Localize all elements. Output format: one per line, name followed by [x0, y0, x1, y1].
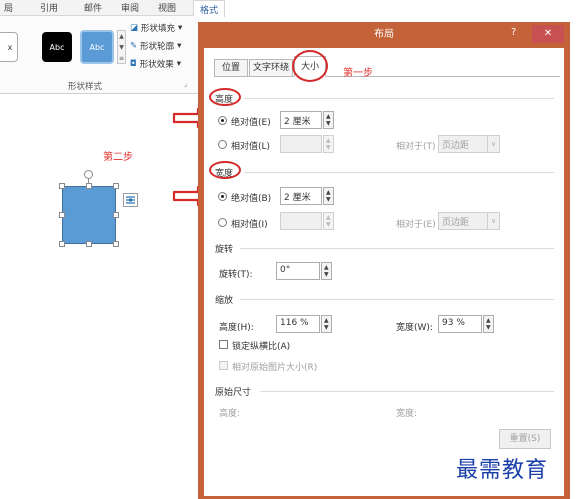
original-size-section-title: 原始尺寸 — [215, 388, 252, 398]
chevron-down-icon: ∨ — [487, 136, 499, 152]
height-relative-to-select: 页边距 ∨ — [438, 135, 500, 153]
rotation-handle[interactable] — [84, 170, 93, 179]
layout-dialog: 布局 ? ✕ 位置 文字环绕 大小 第一步 高度 绝对值(E) 2 厘米 ▲ ▼ … — [198, 22, 570, 499]
separator — [240, 299, 554, 300]
height-relative-input — [280, 135, 322, 153]
width-relative-input — [280, 212, 322, 230]
watermark-logo: 最需教育 — [456, 458, 549, 483]
scale-height-label: 高度(H): — [219, 323, 254, 333]
pen-icon: ✎ — [130, 41, 138, 51]
separator — [244, 98, 554, 99]
ribbon-tab-review[interactable]: 审阅 — [121, 1, 139, 14]
resize-handle-e[interactable] — [113, 212, 119, 218]
resize-handle-sw[interactable] — [59, 241, 65, 247]
resize-handle-w[interactable] — [59, 212, 65, 218]
ribbon-tab-references[interactable]: 引用 — [40, 1, 58, 14]
group-label-shape-styles: 形状样式 — [68, 82, 103, 92]
width-relative-to-select: 页边距 ∨ — [438, 212, 500, 230]
paint-bucket-icon: ◪ — [130, 23, 139, 33]
annotation-circle-size-tab — [292, 50, 328, 82]
resize-handle-nw[interactable] — [59, 183, 65, 189]
ribbon-tab-mailings[interactable]: 邮件 — [84, 1, 102, 14]
height-relative-label: 相对值(L) — [231, 142, 271, 152]
height-relative-radio[interactable] — [218, 140, 227, 149]
resize-handle-s[interactable] — [86, 241, 92, 247]
width-relative-label: 相对值(I) — [231, 220, 268, 230]
annotation-circle-width — [209, 161, 241, 179]
resize-handle-n[interactable] — [86, 183, 92, 189]
height-absolute-input[interactable]: 2 厘米 — [280, 111, 322, 129]
height-relative-to-label: 相对于(T) — [396, 142, 436, 152]
ribbon-tab-layout[interactable]: 局 — [4, 1, 13, 14]
dialog-body: 位置 文字环绕 大小 第一步 高度 绝对值(E) 2 厘米 ▲ ▼ 相对值(L) … — [204, 48, 564, 496]
tab-position[interactable]: 位置 — [214, 59, 248, 77]
tab-text-wrapping[interactable]: 文字环绕 — [249, 59, 293, 77]
relative-original-checkbox — [219, 361, 228, 370]
scale-width-input[interactable]: 93 % — [438, 315, 482, 333]
reset-button: 重置(S) — [499, 429, 551, 449]
separator — [260, 391, 554, 392]
original-height-label: 高度: — [219, 409, 241, 419]
rotation-input[interactable]: 0° — [276, 262, 320, 280]
scale-width-spinner[interactable]: ▲ ▼ — [483, 315, 494, 333]
blue-square-shape[interactable] — [62, 186, 116, 244]
width-absolute-radio[interactable] — [218, 192, 227, 201]
shape-fill-button[interactable]: ◪ 形状填充 ▾ — [130, 22, 182, 34]
width-relative-radio[interactable] — [218, 218, 227, 227]
shape-effects-button[interactable]: ◘ 形状效果 ▾ — [130, 58, 181, 70]
effects-icon: ◘ — [130, 59, 137, 69]
style-gallery-scroll[interactable]: ▲ ▼ ≡ — [117, 30, 126, 64]
ribbon-tab-strip: 局 引用 邮件 审阅 视图 — [0, 0, 200, 16]
width-absolute-spinner[interactable]: ▲ ▼ — [323, 187, 334, 205]
lock-aspect-label: 锁定纵横比(A) — [232, 342, 291, 352]
height-relative-spinner: ▲ ▼ — [323, 135, 334, 153]
shape-style-swatch-blue[interactable]: Abc — [80, 30, 114, 64]
rotate-section-title: 旋转 — [215, 245, 234, 255]
ribbon-tab-format[interactable]: 格式 — [193, 0, 225, 17]
height-absolute-label: 绝对值(E) — [231, 118, 271, 128]
resize-handle-se[interactable] — [113, 241, 119, 247]
selected-shape[interactable] — [59, 170, 119, 247]
height-absolute-spinner[interactable]: ▲ ▼ — [323, 111, 334, 129]
tab-underline — [214, 76, 560, 77]
scale-height-spinner[interactable]: ▲ ▼ — [321, 315, 332, 333]
help-icon[interactable]: ? — [511, 27, 516, 38]
chevron-down-icon: ∨ — [487, 213, 499, 229]
scale-section-title: 缩放 — [215, 296, 234, 306]
lock-aspect-checkbox[interactable] — [219, 340, 228, 349]
width-absolute-input[interactable]: 2 厘米 — [280, 187, 322, 205]
shape-style-swatch-black[interactable]: Abc — [42, 32, 72, 62]
scale-height-input[interactable]: 116 % — [276, 315, 320, 333]
separator — [240, 248, 554, 249]
close-button[interactable]: ✕ — [532, 25, 564, 43]
shape-style-swatch-outline[interactable]: x — [0, 32, 18, 62]
width-absolute-label: 绝对值(B) — [231, 194, 272, 204]
rotation-label: 旋转(T): — [219, 270, 253, 280]
rotation-spinner[interactable]: ▲ ▼ — [321, 262, 332, 280]
width-relative-spinner: ▲ ▼ — [323, 212, 334, 230]
dialog-launcher-icon[interactable]: ⌟ — [184, 80, 187, 88]
step-one-annotation: 第一步 — [343, 68, 373, 79]
width-relative-to-label: 相对于(E) — [396, 220, 436, 230]
ribbon-body: x Abc Abc ▲ ▼ ≡ ◪ 形状填充 ▾ ✎ 形状轮廓 ▾ ◘ 形状效果 ▾ 形状… — [0, 16, 200, 94]
shape-outline-button[interactable]: ✎ 形状轮廓 ▾ — [130, 40, 181, 52]
height-absolute-radio[interactable] — [218, 116, 227, 125]
scale-width-label: 宽度(W): — [396, 323, 433, 333]
layout-options-icon[interactable] — [123, 193, 138, 207]
annotation-circle-height — [209, 88, 241, 106]
resize-handle-ne[interactable] — [113, 183, 119, 189]
original-width-label: 宽度: — [396, 409, 418, 419]
separator — [244, 172, 554, 173]
ribbon-tab-view[interactable]: 视图 — [158, 1, 176, 14]
step-two-annotation: 第二步 — [103, 152, 133, 163]
relative-original-label: 相对原始图片大小(R) — [232, 363, 318, 373]
